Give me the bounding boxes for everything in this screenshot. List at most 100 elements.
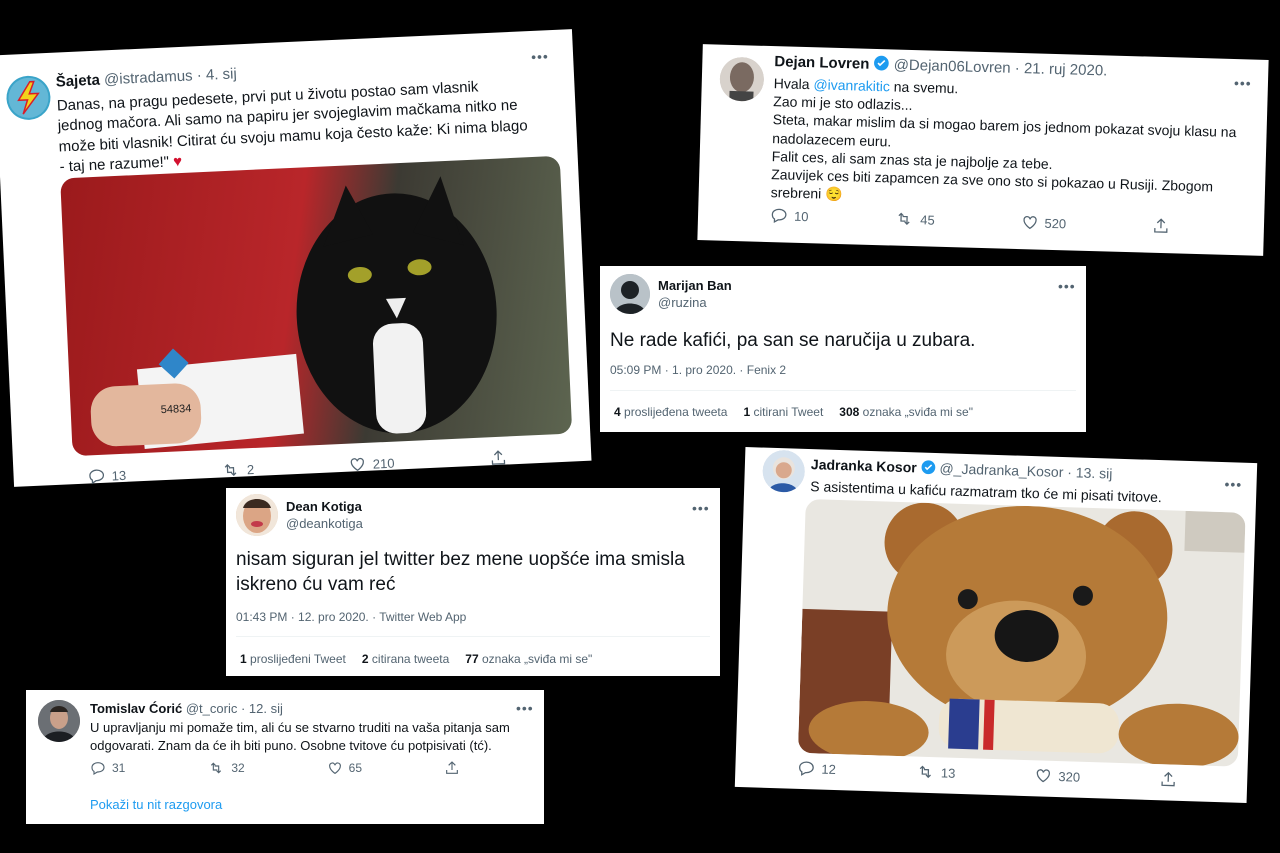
author-name[interactable]: Dejan Lovren [774,53,869,73]
retweet-stat[interactable]: 1 proslijeđeni Tweet [240,652,346,666]
like-stat[interactable]: 77 oznaka „sviđa mi se" [465,652,592,666]
tweet-card-sajeta[interactable]: Šajeta @istradamus · 4. sij ••• Danas, n… [0,29,592,487]
retweet-button[interactable]: 2 [220,460,254,479]
avatar[interactable] [719,56,765,102]
quote-stat[interactable]: 2 citirana tweeta [362,652,449,666]
tweet-text: Ne rade kafići, pa san se naručija u zub… [610,330,976,351]
more-options-icon[interactable]: ••• [531,48,549,65]
retweet-button[interactable]: 32 [207,760,245,776]
author-handle[interactable]: @istradamus [104,67,193,88]
tweet-card-kotiga[interactable]: Dean Kotiga @deankotiga ••• nisam sigura… [226,488,720,676]
author-handle[interactable]: @ruzina [658,295,707,310]
retweet-count: 13 [940,764,956,781]
avatar[interactable] [236,494,278,536]
face-photo-icon [762,449,806,493]
heart-emoji-icon: ♥ [172,152,183,171]
retweet-icon [211,762,222,774]
reply-button[interactable]: 13 [87,466,126,486]
relieved-emoji-icon: 😌 [824,185,843,203]
retweet-count: 45 [920,211,935,228]
tweet-photo-teddy[interactable] [797,498,1246,767]
like-count: 210 [372,455,395,472]
share-button[interactable] [1152,217,1170,235]
author-handle[interactable]: @_Jadranka_Kosor [939,460,1063,480]
share-button[interactable] [489,448,508,467]
reply-count: 31 [112,761,126,775]
reply-button[interactable]: 12 [797,759,836,778]
author-handle[interactable]: @Dejan06Lovren [893,56,1010,76]
card-number: 54834 [160,402,192,417]
like-button[interactable]: 210 [348,454,395,474]
quote-stat[interactable]: 1 citirani Tweet [743,405,823,419]
tweet-photo-cat[interactable]: 54834 [60,155,573,457]
share-button[interactable] [444,760,460,776]
more-options-icon[interactable]: ••• [692,500,710,516]
reply-button[interactable]: 31 [90,760,125,776]
like-button[interactable]: 520 [1020,213,1066,232]
retweet-count: 32 [231,761,245,775]
retweet-icon [898,212,910,226]
avatar[interactable] [762,449,806,493]
tweet-date[interactable]: · 13. sij [1067,464,1113,481]
reply-button[interactable]: 10 [770,206,809,225]
author-handle[interactable]: @t_coric [186,701,238,716]
reply-count: 10 [793,208,809,224]
verified-badge-icon [921,460,936,475]
heart-icon [351,457,365,472]
retweet-button[interactable]: 13 [915,763,956,782]
author-name[interactable]: Dean Kotiga [286,499,362,514]
author-name[interactable]: Jadranka Kosor [811,456,917,475]
show-thread-link[interactable]: Pokaži tu nit razgovora [90,797,222,812]
author-name[interactable]: Tomislav Ćorić [90,701,182,716]
share-icon [491,450,506,465]
retweet-count: 2 [246,461,255,477]
reply-icon [799,761,814,776]
tweet-text: U upravljanju mi pomaže tim, ali ću se s… [90,720,510,753]
tweet-date[interactable]: · 4. sij [196,65,237,84]
tweet-text-line: na svemu. [889,78,959,97]
tweet-card-coric[interactable]: Tomislav Ćorić @t_coric · 12. sij ••• U … [26,690,544,824]
divider [236,636,710,637]
more-options-icon[interactable]: ••• [1224,476,1242,493]
author-handle[interactable]: @deankotiga [286,516,363,531]
silhouette-photo-icon [610,274,650,314]
mention-link[interactable]: @ivanrakitic [813,76,890,94]
tweet-date[interactable]: · 12. sij [241,701,283,716]
divider [610,390,1076,391]
tweet-text-line: Hvala [773,75,814,93]
like-count: 520 [1044,215,1067,231]
tweet-text: nisam siguran jel twitter bez mene uopšć… [236,549,685,595]
share-icon [1161,771,1175,787]
tweet-date[interactable]: · 21. ruj 2020. [1015,60,1108,80]
reply-icon [771,208,787,224]
like-count: 65 [348,761,363,775]
retweet-stat[interactable]: 4 proslijeđena tweeta [614,405,727,419]
teddy-bear-image [797,502,1246,767]
avatar[interactable] [38,700,80,742]
tweet-meta[interactable]: 05:09 PM · 1. pro 2020. · Fenix 2 [610,363,786,377]
face-photo-icon [38,700,80,742]
reply-count: 12 [821,761,837,777]
tweet-card-kosor[interactable]: Jadranka Kosor @_Jadranka_Kosor · 13. si… [734,447,1258,803]
more-options-icon[interactable]: ••• [1058,278,1076,294]
avatar[interactable] [610,274,650,314]
share-icon [1154,218,1168,233]
face-photo-icon [719,56,765,102]
author-name[interactable]: Marijan Ban [658,278,732,293]
tweet-card-ban[interactable]: Marijan Ban @ruzina ••• Ne rade kafići, … [600,266,1086,432]
heart-icon [1036,769,1051,783]
like-stat[interactable]: 308 oznaka „sviđa mi se" [839,405,973,419]
like-button[interactable]: 65 [327,760,362,776]
retweet-icon [225,464,237,477]
tweet-card-lovren[interactable]: Dejan Lovren @Dejan06Lovren · 21. ruj 20… [697,44,1269,256]
like-count: 320 [1058,768,1081,785]
lightning-logo-icon [8,77,49,118]
face-photo-icon [236,494,278,536]
tweet-meta[interactable]: 01:43 PM · 12. pro 2020. · Twitter Web A… [236,610,466,624]
author-name[interactable]: Šajeta [55,72,100,91]
retweet-button[interactable]: 45 [894,210,935,229]
like-button[interactable]: 320 [1034,766,1080,785]
avatar[interactable] [5,74,52,121]
share-button[interactable] [1159,770,1178,789]
more-options-icon[interactable]: ••• [516,700,534,716]
